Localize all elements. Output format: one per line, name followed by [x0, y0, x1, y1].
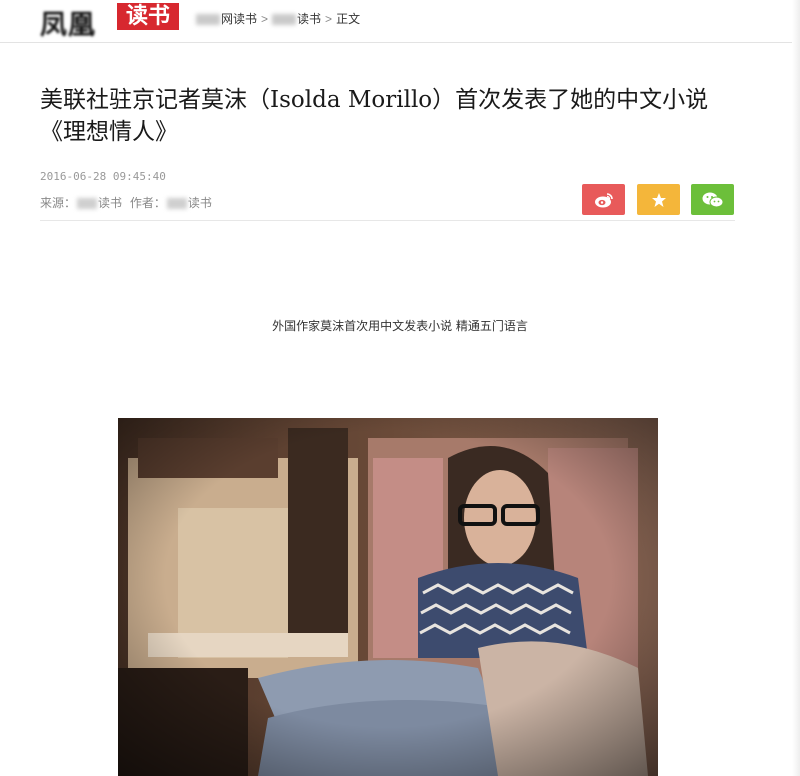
breadcrumb-current: 正文: [336, 12, 361, 26]
favorite-button[interactable]: [637, 184, 680, 215]
breadcrumb-item-site[interactable]: 网读书: [196, 12, 257, 26]
article-title: 美联社驻京记者莫沫（Isolda Morillo）首次发表了她的中文小说《理想情…: [40, 87, 709, 145]
site-logo[interactable]: 凤凰: [40, 3, 96, 42]
redacted-text: [77, 198, 98, 209]
share-weibo-button[interactable]: [582, 184, 625, 215]
breadcrumb: 网读书 > 读书 > 正文: [196, 10, 360, 27]
article-photo: [118, 418, 658, 776]
wechat-icon: [702, 192, 723, 207]
redacted-text: [166, 198, 187, 209]
weibo-icon: [594, 192, 613, 207]
article-meta: 来源： 读书 作者： 读书: [40, 194, 212, 211]
share-wechat-button[interactable]: [691, 184, 734, 215]
author-value: 读书: [187, 196, 212, 210]
redacted-text: [272, 14, 297, 26]
breadcrumb-separator: >: [325, 12, 333, 26]
image-caption: 外国作家莫沫首次用中文发表小说 精通五门语言: [272, 319, 528, 333]
star-icon: [651, 192, 666, 207]
page-edge: [792, 0, 800, 776]
source-label: 来源：: [40, 196, 77, 210]
site-header: 凤凰 读书 网读书 > 读书 > 正文: [0, 0, 800, 43]
breadcrumb-separator: >: [261, 12, 269, 26]
redacted-text: [196, 14, 220, 26]
meta-divider: [40, 220, 735, 221]
publish-date: 2016-06-28 09:45:40: [40, 170, 166, 183]
author-label: 作者：: [129, 196, 166, 210]
section-logo-badge[interactable]: 读书: [117, 3, 179, 30]
source-value[interactable]: 读书: [98, 196, 122, 210]
breadcrumb-item-section[interactable]: 读书: [272, 12, 321, 26]
